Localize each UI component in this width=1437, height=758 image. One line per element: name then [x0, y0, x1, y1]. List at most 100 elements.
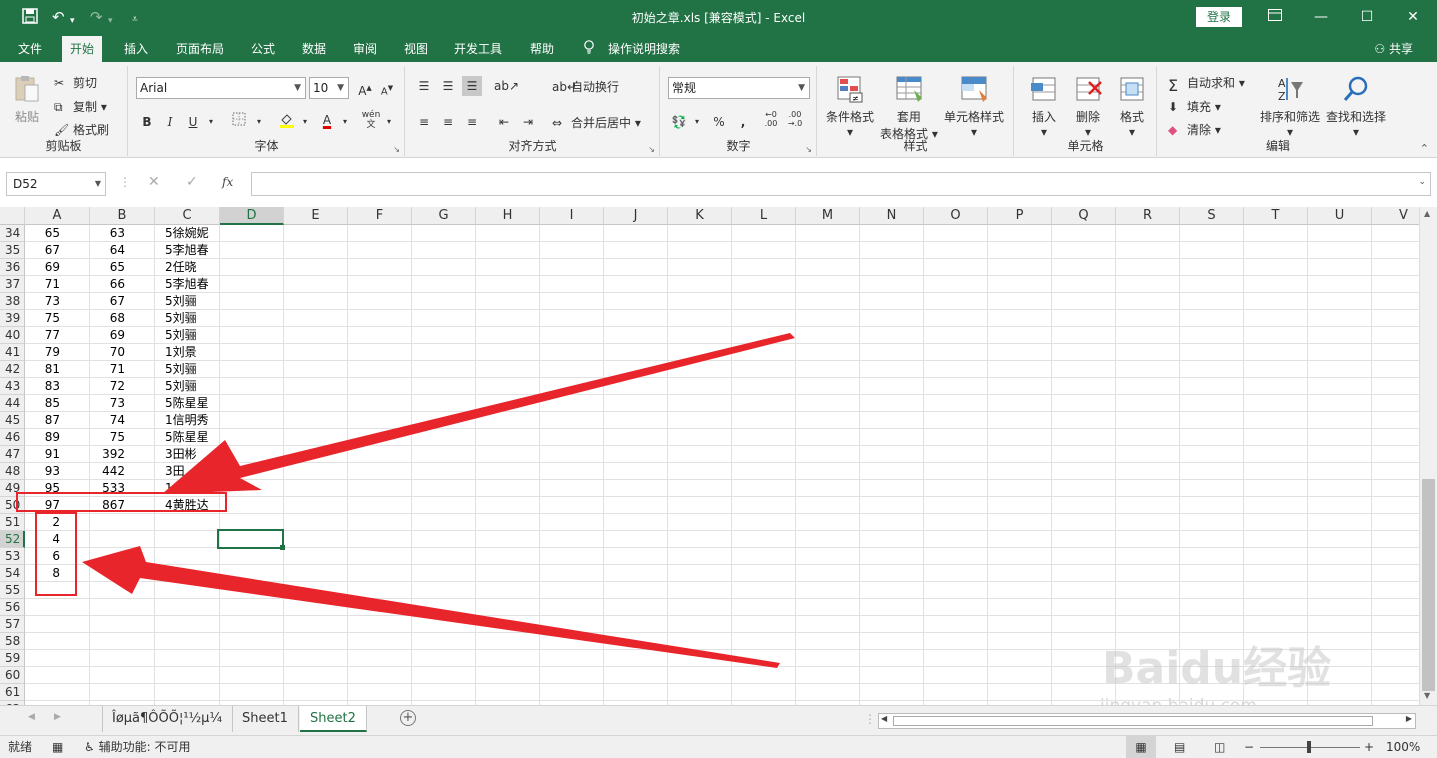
cell-a[interactable]: 65 — [25, 225, 90, 242]
cell-b[interactable] — [90, 582, 155, 599]
row-header[interactable]: 47 — [0, 446, 25, 463]
sheet-tab-1[interactable]: Îøµã¶ÔÕÕ¦¹½µ¼ — [102, 706, 234, 732]
cell-b[interactable]: 72 — [90, 378, 155, 395]
cell-c[interactable] — [165, 667, 221, 684]
zoom-level[interactable]: 100% — [1386, 736, 1420, 758]
format-cells-button[interactable]: 格式 ▾ — [1117, 74, 1147, 139]
cell-a[interactable]: 95 — [25, 480, 90, 497]
cell-a[interactable] — [25, 684, 90, 701]
cell-c[interactable]: 1 — [165, 480, 221, 497]
fill-dropdown-icon[interactable]: ▾ — [295, 112, 315, 132]
sheet-tab-3[interactable]: Sheet2 — [300, 706, 367, 732]
percent-icon[interactable]: % — [709, 112, 729, 132]
font-size-combo[interactable]: 10 ▼ — [309, 77, 349, 99]
row-header[interactable]: 40 — [0, 327, 25, 344]
cell-b[interactable]: 73 — [90, 395, 155, 412]
column-header[interactable]: L — [732, 207, 796, 225]
cell-a[interactable]: 79 — [25, 344, 90, 361]
scroll-right-icon[interactable]: ▶ — [1406, 714, 1412, 723]
cell-c[interactable] — [165, 684, 221, 701]
column-header[interactable]: H — [476, 207, 540, 225]
cell-a[interactable]: 85 — [25, 395, 90, 412]
merge-center-button[interactable]: ⇔ 合并后居中 ▾ — [552, 114, 641, 132]
cell-a[interactable]: 8 — [25, 565, 90, 582]
comma-style-icon[interactable]: , — [733, 112, 753, 132]
accessibility-status[interactable]: ♿ 辅助功能: 不可用 — [84, 736, 190, 758]
format-as-table-button[interactable]: 套用 表格格式 ▾ — [880, 74, 938, 142]
cell-styles-button[interactable]: 单元格样式 ▾ — [944, 74, 1004, 139]
row-header[interactable]: 45 — [0, 412, 25, 429]
cell-b[interactable] — [90, 616, 155, 633]
page-layout-view-icon[interactable]: ▤ — [1174, 736, 1185, 758]
align-left-icon[interactable]: ≡ — [414, 112, 434, 132]
cell-b[interactable] — [90, 633, 155, 650]
cell-c[interactable]: 5徐婉妮 — [165, 225, 221, 242]
cell-b[interactable] — [90, 667, 155, 684]
cell-a[interactable]: 83 — [25, 378, 90, 395]
cell-b[interactable]: 63 — [90, 225, 155, 242]
cell-c[interactable] — [165, 514, 221, 531]
cell-b[interactable]: 867 — [90, 497, 155, 514]
cell-a[interactable]: 73 — [25, 293, 90, 310]
delete-cells-button[interactable]: 删除 ▾ — [1073, 74, 1103, 139]
align-bottom-icon[interactable]: ☰ — [462, 76, 482, 96]
column-header[interactable]: Q — [1052, 207, 1116, 225]
cell-b[interactable]: 75 — [90, 429, 155, 446]
cell-c[interactable]: 5陈星星 — [165, 395, 221, 412]
format-painter-button[interactable]: 🖌 格式刷 — [54, 121, 109, 139]
column-header[interactable]: G — [412, 207, 476, 225]
cell-c[interactable]: 5李旭春 — [165, 276, 221, 293]
h-scroll-thumb[interactable] — [893, 716, 1373, 726]
row-header[interactable]: 35 — [0, 242, 25, 259]
autosum-button[interactable]: Σ 自动求和 ▾ — [1168, 74, 1245, 95]
next-sheet-icon[interactable]: ▶ — [54, 712, 61, 722]
normal-view-icon[interactable]: ▦ — [1126, 736, 1156, 758]
row-header[interactable]: 55 — [0, 582, 25, 599]
page-break-view-icon[interactable]: ◫ — [1214, 736, 1225, 758]
cell-c[interactable]: 5刘骊 — [165, 327, 221, 344]
name-box[interactable]: D52 ▼ — [6, 172, 106, 196]
alignment-dialog-launcher-icon[interactable]: ↘ — [648, 145, 655, 154]
scroll-left-icon[interactable]: ◀ — [881, 714, 887, 723]
column-header[interactable]: J — [604, 207, 668, 225]
clear-button[interactable]: ◆ 清除 ▾ — [1168, 121, 1221, 139]
expand-formula-icon[interactable]: ⌄ — [1418, 177, 1426, 187]
decrease-decimal-icon[interactable]: .00 →.0 — [785, 110, 805, 130]
maximize-icon[interactable]: ☐ — [1354, 6, 1380, 28]
cell-b[interactable]: 66 — [90, 276, 155, 293]
cell-a[interactable]: 2 — [25, 514, 90, 531]
cell-a[interactable] — [25, 599, 90, 616]
accounting-format-icon[interactable]: 💱 — [669, 112, 689, 132]
row-header[interactable]: 53 — [0, 548, 25, 565]
cell-a[interactable]: 67 — [25, 242, 90, 259]
column-header[interactable]: B — [90, 207, 155, 225]
share-button[interactable]: ⚇ 共享 — [1374, 40, 1413, 57]
cell-b[interactable] — [90, 599, 155, 616]
cell-a[interactable] — [25, 582, 90, 599]
row-header[interactable]: 58 — [0, 633, 25, 650]
decrease-font-icon[interactable]: A▼ — [377, 78, 397, 98]
underline-dropdown-icon[interactable]: ▾ — [201, 112, 221, 132]
font-name-combo[interactable]: Arial ▼ — [136, 77, 306, 99]
tab-developer[interactable]: 开发工具 — [454, 40, 502, 58]
cell-a[interactable]: 81 — [25, 361, 90, 378]
cell-a[interactable]: 6 — [25, 548, 90, 565]
cell-a[interactable] — [25, 667, 90, 684]
sort-filter-button[interactable]: AZ 排序和筛选 ▾ — [1260, 74, 1320, 139]
cell-a[interactable]: 97 — [25, 497, 90, 514]
borders-dropdown-icon[interactable]: ▾ — [249, 112, 269, 132]
macro-record-icon[interactable]: ▦ — [52, 736, 63, 758]
fill-button[interactable]: ⬇ 填充 ▾ — [1168, 98, 1221, 116]
orientation-icon[interactable]: ab↗ — [494, 76, 519, 96]
row-header[interactable]: 60 — [0, 667, 25, 684]
column-header[interactable]: C — [155, 207, 220, 225]
column-header[interactable]: F — [348, 207, 412, 225]
fill-color-icon[interactable] — [277, 112, 297, 132]
cell-c[interactable] — [165, 548, 221, 565]
cell-c[interactable] — [165, 616, 221, 633]
split-handle-icon[interactable]: ⋮ — [864, 712, 876, 726]
tab-view[interactable]: 视图 — [404, 40, 428, 58]
copy-button[interactable]: ⧉ 复制 ▾ — [54, 98, 107, 116]
cell-c[interactable]: 2任晓 — [165, 259, 221, 276]
cell-c[interactable] — [165, 565, 221, 582]
